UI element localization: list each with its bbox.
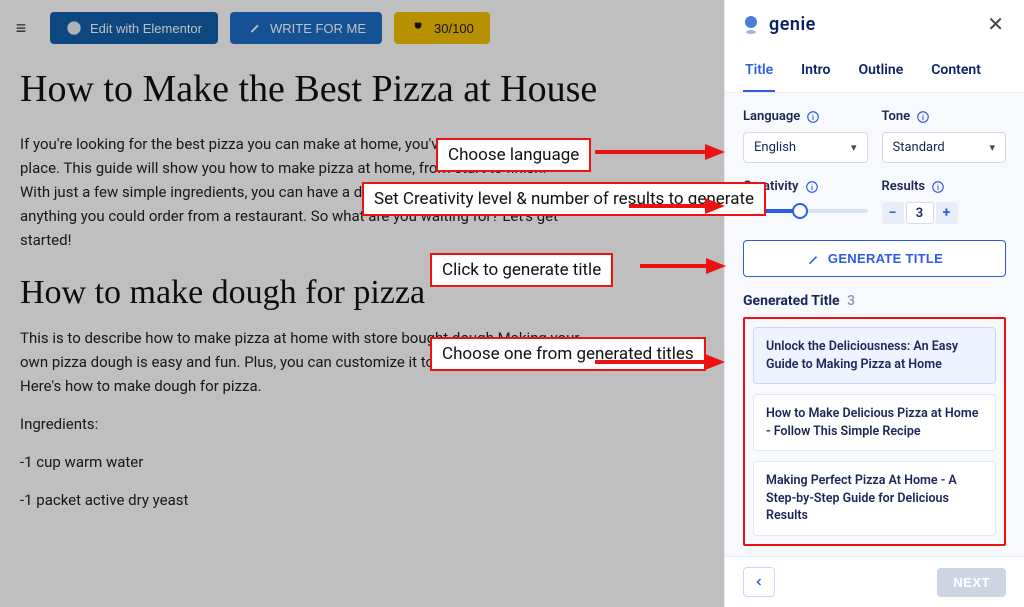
edit-elementor-label: Edit with Elementor: [90, 21, 202, 36]
tone-select[interactable]: Standard ▾: [882, 132, 1007, 163]
ingredient-2: -1 packet active dry yeast: [20, 488, 580, 512]
results-label: Results i: [882, 179, 1007, 194]
chevron-down-icon: ▾: [851, 141, 857, 154]
magic-wand-icon: [246, 20, 262, 36]
tone-value: Standard: [893, 140, 945, 155]
callout-generate: Click to generate title: [430, 253, 613, 287]
sidebar-footer: NEXT: [725, 556, 1024, 607]
edit-elementor-button[interactable]: Edit with Elementor: [50, 12, 218, 44]
arrow-creativity: [629, 194, 725, 218]
write-for-me-label: WRITE FOR ME: [270, 21, 366, 36]
generated-title-item[interactable]: Unlock the Deliciousness: An Easy Guide …: [753, 327, 996, 384]
results-field: Results i − 3 +: [882, 179, 1007, 224]
results-stepper: − 3 +: [882, 202, 1007, 224]
panel: Language i English ▾ Tone i Standard ▾: [725, 93, 1024, 556]
results-value[interactable]: 3: [906, 202, 934, 224]
brand-name: genie: [769, 14, 816, 35]
svg-text:i: i: [937, 182, 939, 191]
tab-outline[interactable]: Outline: [856, 54, 905, 92]
write-for-me-button[interactable]: WRITE FOR ME: [230, 12, 382, 44]
svg-text:i: i: [812, 112, 814, 121]
decrement-button[interactable]: −: [882, 202, 904, 224]
info-icon[interactable]: i: [916, 110, 930, 124]
language-label: Language i: [743, 109, 868, 124]
increment-button[interactable]: +: [936, 202, 958, 224]
menu-icon[interactable]: ≡: [10, 17, 32, 39]
tabs: Title Intro Outline Content: [725, 48, 1024, 93]
back-button[interactable]: [743, 567, 775, 597]
language-select[interactable]: English ▾: [743, 132, 868, 163]
tab-title[interactable]: Title: [743, 54, 775, 92]
language-field: Language i English ▾: [743, 109, 868, 163]
generated-title-label: Generated Title 3: [743, 293, 1006, 309]
tab-content[interactable]: Content: [929, 54, 983, 92]
next-button[interactable]: NEXT: [937, 568, 1006, 597]
ingredients-label: Ingredients:: [20, 412, 580, 436]
arrow-choose: [595, 350, 725, 374]
brand: genie: [739, 12, 816, 36]
score-label: 30/100: [434, 21, 474, 36]
editor-content: How to Make the Best Pizza at House If y…: [0, 56, 724, 546]
generated-results-list: Unlock the Deliciousness: An Easy Guide …: [743, 317, 1006, 546]
generated-title-item[interactable]: Making Perfect Pizza At Home - A Step-by…: [753, 461, 996, 536]
generated-title-item[interactable]: How to Make Delicious Pizza at Home - Fo…: [753, 394, 996, 451]
genie-sidebar: genie ✕ Title Intro Outline Content Lang…: [724, 0, 1024, 607]
arrow-generate: [640, 254, 726, 278]
sidebar-header: genie ✕: [725, 0, 1024, 48]
ingredient-1: -1 cup warm water: [20, 450, 580, 474]
info-icon[interactable]: i: [806, 110, 820, 124]
svg-text:i: i: [922, 112, 924, 121]
elementor-icon: [66, 20, 82, 36]
magic-wand-icon: [806, 252, 820, 266]
tone-label: Tone i: [882, 109, 1007, 124]
info-icon[interactable]: i: [931, 180, 945, 194]
editor-main: ≡ Edit with Elementor WRITE FOR ME 30/10…: [0, 0, 724, 607]
trophy-icon: [410, 20, 426, 36]
chevron-left-icon: [753, 576, 765, 588]
tab-intro[interactable]: Intro: [799, 54, 832, 92]
page-title: How to Make the Best Pizza at House: [20, 66, 700, 114]
close-icon[interactable]: ✕: [981, 10, 1010, 38]
generate-title-button[interactable]: GENERATE TITLE: [743, 240, 1006, 277]
svg-text:i: i: [811, 182, 813, 191]
genie-logo-icon: [739, 12, 763, 36]
slider-thumb[interactable]: [792, 203, 808, 219]
chevron-down-icon: ▾: [989, 141, 995, 154]
language-value: English: [754, 140, 796, 155]
info-icon[interactable]: i: [805, 180, 819, 194]
tone-field: Tone i Standard ▾: [882, 109, 1007, 163]
callout-language: Choose language: [436, 138, 591, 172]
arrow-language: [595, 140, 725, 164]
toolbar: ≡ Edit with Elementor WRITE FOR ME 30/10…: [0, 0, 724, 56]
score-button[interactable]: 30/100: [394, 12, 490, 44]
